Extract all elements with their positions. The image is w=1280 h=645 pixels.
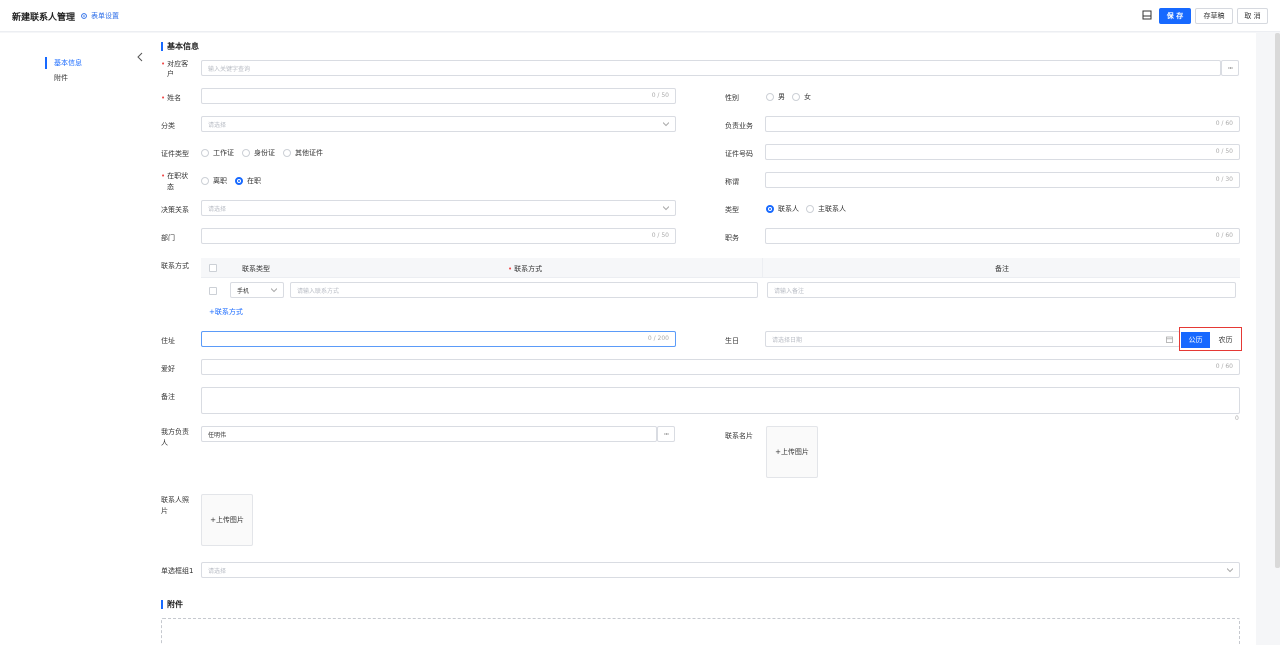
radio-group-select[interactable]: 请选择 <box>201 562 1240 578</box>
birthday-date-picker[interactable]: 请选择日期 <box>765 331 1180 347</box>
remark-label: 备注 <box>161 393 175 401</box>
employment-label: • 在职状 <box>161 172 189 180</box>
contact-table-header <box>201 258 1240 278</box>
gender-female-radio[interactable]: 女 <box>792 92 811 102</box>
remark-counter: 0 <box>1235 415 1239 422</box>
name-input[interactable]: 0 / 50 <box>201 88 676 104</box>
form-settings-link[interactable]: 表单设置 <box>80 11 119 21</box>
gender-label: 性别 <box>725 94 739 102</box>
employment-left-radio[interactable]: 离职 <box>201 176 227 186</box>
position-input[interactable]: 0 / 60 <box>765 228 1240 244</box>
address-input[interactable]: 0 / 200 <box>201 331 676 347</box>
type-label: 类型 <box>725 206 739 214</box>
contact-note-input[interactable]: 请输入备注 <box>767 282 1236 298</box>
business-input[interactable]: 0 / 60 <box>765 116 1240 132</box>
id-type-work-radio[interactable]: 工作证 <box>201 148 234 158</box>
gear-icon <box>81 13 87 19</box>
department-label: 部门 <box>161 234 175 242</box>
chevron-down-icon <box>271 288 277 293</box>
column-contact-type: 联系类型 <box>242 265 270 273</box>
sidebar <box>0 33 146 645</box>
employment-label-cont: 态 <box>167 183 174 191</box>
row-checkbox[interactable] <box>209 287 217 295</box>
owner-label-cont: 人 <box>161 439 168 447</box>
column-note: 备注 <box>995 265 1009 273</box>
photo-label: 联系人照 <box>161 496 189 504</box>
active-indicator <box>45 57 47 69</box>
chevron-down-icon <box>1227 568 1233 573</box>
hobby-label: 爱好 <box>161 365 175 373</box>
attachment-dropzone[interactable] <box>161 618 1240 645</box>
save-draft-button[interactable]: 存草稿 <box>1195 8 1233 24</box>
calendar-icon <box>1166 336 1173 343</box>
department-input[interactable]: 0 / 50 <box>201 228 676 244</box>
select-all-checkbox[interactable] <box>209 264 217 272</box>
chevron-down-icon <box>663 122 669 127</box>
card-upload-button[interactable]: + 上传图片 <box>766 426 818 478</box>
customer-search-input[interactable]: 输入关键字查询 <box>201 60 1221 76</box>
photo-upload-button[interactable]: + 上传图片 <box>201 494 253 546</box>
category-select[interactable]: 请选择 <box>201 116 676 132</box>
customer-label: • 对应客 <box>161 60 189 68</box>
scrollbar[interactable] <box>1275 33 1280 568</box>
id-number-input[interactable]: 0 / 50 <box>765 144 1240 160</box>
cancel-button[interactable]: 取 消 <box>1237 8 1268 24</box>
business-label: 负责业务 <box>725 122 753 130</box>
contact-type-select[interactable]: 手机 <box>230 282 284 298</box>
chevron-down-icon <box>663 206 669 211</box>
employment-active-radio[interactable]: 在职 <box>235 176 261 186</box>
column-contact-method: • 联系方式 <box>508 265 543 273</box>
hobby-input[interactable]: 0 / 60 <box>201 359 1240 375</box>
title-input[interactable]: 0 / 30 <box>765 172 1240 188</box>
card-label: 联系名片 <box>725 432 753 440</box>
customer-picker-button[interactable]: ··· <box>1221 60 1239 76</box>
calendar-type-toggle: 公历 农历 <box>1179 327 1242 351</box>
gender-male-radio[interactable]: 男 <box>766 92 785 102</box>
owner-input[interactable]: 任明伟 <box>201 426 657 442</box>
id-type-label: 证件类型 <box>161 150 189 158</box>
add-contact-method-link[interactable]: +联系方式 <box>209 307 243 317</box>
decision-select[interactable]: 请选择 <box>201 200 676 216</box>
position-label: 职务 <box>725 234 739 242</box>
section-basic-info: 基本信息 <box>161 41 199 52</box>
sidebar-item-basic-info[interactable]: 基本信息 <box>54 58 82 68</box>
chevron-left-icon[interactable] <box>136 52 144 62</box>
print-icon[interactable] <box>1141 9 1153 21</box>
contact-method-input[interactable]: 请输入联系方式 <box>290 282 758 298</box>
address-label: 住址 <box>161 337 175 345</box>
lunar-calendar-option[interactable]: 农历 <box>1212 332 1239 348</box>
solar-calendar-option[interactable]: 公历 <box>1181 332 1210 348</box>
save-button[interactable]: 保 存 <box>1159 8 1191 24</box>
birthday-label: 生日 <box>725 337 739 345</box>
id-type-other-radio[interactable]: 其他证件 <box>283 148 323 158</box>
form-settings-label: 表单设置 <box>91 12 119 20</box>
column-divider <box>762 258 763 278</box>
id-number-label: 证件号码 <box>725 150 753 158</box>
name-counter: 0 / 50 <box>651 92 669 99</box>
radio-group-label: 单选框组1 <box>161 567 194 575</box>
customer-label-cont: 户 <box>167 70 174 78</box>
name-label: • 姓名 <box>161 94 182 102</box>
type-primary-contact-radio[interactable]: 主联系人 <box>806 204 846 214</box>
section-attachment: 附件 <box>161 599 183 610</box>
photo-label-cont: 片 <box>161 507 168 515</box>
contact-methods-label: 联系方式 <box>161 262 189 270</box>
decision-label: 决策关系 <box>161 206 189 214</box>
type-contact-radio[interactable]: 联系人 <box>766 204 799 214</box>
top-bar: 新建联系人管理 表单设置 保 存 存草稿 取 消 <box>0 0 1280 32</box>
title-label: 称谓 <box>725 178 739 186</box>
sidebar-item-attachment[interactable]: 附件 <box>54 73 68 83</box>
owner-picker-button[interactable]: ··· <box>657 426 675 442</box>
page-title: 新建联系人管理 <box>12 13 76 23</box>
id-type-idcard-radio[interactable]: 身份证 <box>242 148 275 158</box>
category-label: 分类 <box>161 122 175 130</box>
remark-textarea[interactable] <box>201 387 1240 414</box>
owner-label: 我方负责 <box>161 428 189 436</box>
